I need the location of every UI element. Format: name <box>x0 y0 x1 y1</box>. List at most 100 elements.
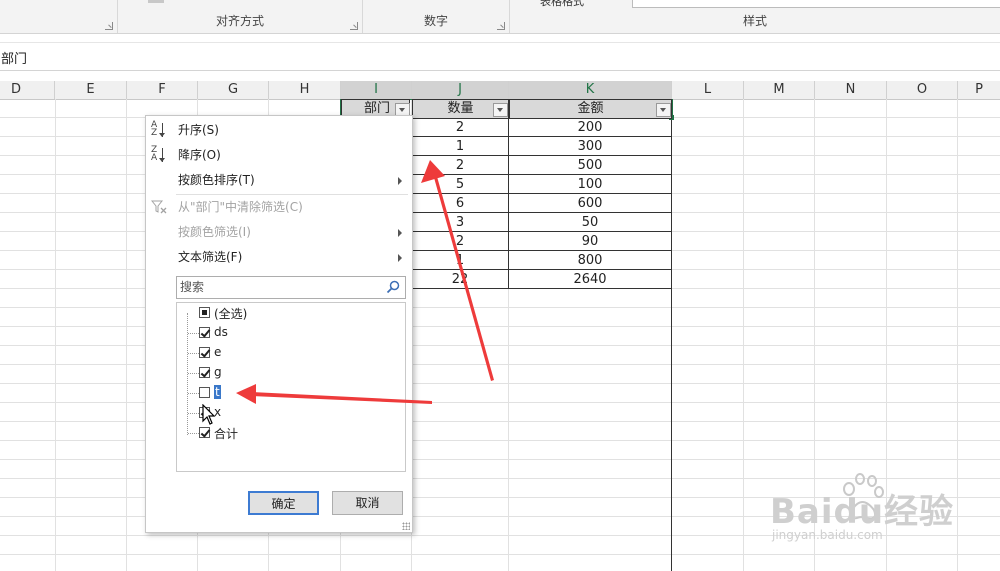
amount-cell[interactable]: 200 <box>509 119 671 137</box>
tree-branch <box>188 373 199 374</box>
resize-grip-icon[interactable] <box>402 522 410 530</box>
menu-sort-by-color[interactable]: 按颜色排序(T) <box>146 168 412 192</box>
menu-label: 按颜色排序(T) <box>178 173 255 187</box>
tree-branch <box>188 353 199 354</box>
filter-item[interactable]: g <box>177 363 405 383</box>
column-header[interactable]: P <box>958 81 1000 99</box>
menu-clear-filter[interactable]: 从"部门"中清除筛选(C) <box>146 195 412 219</box>
checkbox[interactable] <box>199 347 210 358</box>
qty-cell[interactable]: 6 <box>412 195 508 213</box>
checkbox[interactable] <box>199 367 210 378</box>
amount-cell[interactable]: 100 <box>509 176 671 194</box>
menu-sort-descending[interactable]: ZA 降序(O) <box>146 143 412 167</box>
column-header[interactable]: I <box>341 81 412 99</box>
filter-item[interactable]: 合计 <box>177 423 405 443</box>
column-header[interactable]: K <box>509 81 672 99</box>
menu-label: 文本筛选(F) <box>178 250 243 264</box>
qty-cell[interactable]: 22 <box>412 271 508 289</box>
ok-button[interactable]: 确定 <box>248 491 319 515</box>
filter-value-list[interactable]: (全选) ds e g t x 合计 <box>176 302 406 472</box>
header-label: 部门 <box>364 101 391 116</box>
clear-filter-icon <box>151 200 167 214</box>
filter-item-label: e <box>214 345 222 359</box>
filter-search-input[interactable] <box>177 277 380 296</box>
menu-label: 按颜色筛选(I) <box>178 225 251 239</box>
filter-item[interactable]: e <box>177 343 405 363</box>
column-header[interactable]: L <box>672 81 744 99</box>
tree-branch <box>188 413 199 414</box>
qty-cell[interactable]: 3 <box>412 214 508 232</box>
style-gallery[interactable] <box>632 0 1000 8</box>
font-launcher-icon[interactable] <box>105 22 113 30</box>
filter-search-box[interactable] <box>176 276 406 299</box>
filter-item-label: g <box>214 365 222 379</box>
amount-cell[interactable]: 500 <box>509 157 671 175</box>
column-header[interactable]: O <box>887 81 958 99</box>
menu-label: 升序(S) <box>178 123 219 137</box>
filter-item-label: ds <box>214 325 228 339</box>
checkbox[interactable] <box>199 427 210 438</box>
alignment-launcher-icon[interactable] <box>350 22 358 30</box>
amount-cell[interactable]: 800 <box>509 252 671 270</box>
alignment-group-label: 对齐方式 <box>215 14 264 28</box>
column-header[interactable]: M <box>744 81 815 99</box>
column-header[interactable]: N <box>815 81 887 99</box>
amount-cell[interactable]: 2640 <box>509 271 671 289</box>
column-header[interactable]: H <box>269 81 341 99</box>
column-header[interactable]: J <box>412 81 509 99</box>
checkbox[interactable] <box>199 387 210 398</box>
filter-item-label: (全选) <box>214 307 248 321</box>
ribbon-group-font <box>0 0 118 33</box>
column-header[interactable]: D <box>0 81 55 99</box>
formula-content[interactable]: 部门 <box>1 48 27 67</box>
filter-dropdown-menu: AZ 升序(S) ZA 降序(O) 按颜色排序(T) 从"部门"中清除筛选(C)… <box>145 115 413 533</box>
search-icon[interactable] <box>386 280 400 294</box>
qty-cell[interactable]: 5 <box>412 176 508 194</box>
baidu-watermark: Baidu经验 jingyan.baidu.com <box>770 470 990 550</box>
filter-item[interactable]: t <box>177 383 405 403</box>
column-header[interactable]: G <box>198 81 269 99</box>
qty-cell[interactable]: 1 <box>412 138 508 156</box>
amount-cell[interactable]: 600 <box>509 195 671 213</box>
menu-label: 降序(O) <box>178 148 221 162</box>
sort-descending-icon: ZA <box>151 146 169 164</box>
watermark-url: jingyan.baidu.com <box>772 528 883 542</box>
qty-cell[interactable]: 2 <box>412 119 508 137</box>
amount-cell[interactable]: 300 <box>509 138 671 156</box>
sort-ascending-icon: AZ <box>151 121 169 139</box>
menu-text-filter[interactable]: 文本筛选(F) <box>146 245 412 269</box>
header-label: 数量 <box>447 101 474 116</box>
table-style-label[interactable]: 表格格式 <box>540 0 584 9</box>
filter-item-select-all[interactable]: (全选) <box>177 303 405 323</box>
tree-branch <box>188 393 199 394</box>
menu-filter-by-color[interactable]: 按颜色筛选(I) <box>146 220 412 244</box>
checkbox[interactable] <box>199 307 210 318</box>
header-label: 金额 <box>577 101 604 116</box>
alignment-control-icon[interactable] <box>148 0 164 3</box>
formula-bar[interactable]: 部门 <box>0 42 1000 71</box>
amount-cell[interactable]: 50 <box>509 214 671 232</box>
amount-cell[interactable]: 90 <box>509 233 671 251</box>
column-header[interactable]: E <box>55 81 127 99</box>
filter-item-label: 合计 <box>214 427 239 441</box>
table-header-amount[interactable]: 金额 <box>509 99 672 119</box>
table-header-qty[interactable]: 数量 <box>412 99 509 119</box>
mouse-cursor-icon <box>202 404 216 425</box>
qty-cell[interactable]: 1 <box>412 252 508 270</box>
submenu-arrow-icon <box>398 254 402 262</box>
filter-dropdown-icon[interactable] <box>493 103 508 117</box>
checkbox[interactable] <box>199 327 210 338</box>
filter-item[interactable]: ds <box>177 323 405 343</box>
column-header-row: D E F G H I J K L M N O P <box>0 81 1000 100</box>
qty-cell[interactable]: 2 <box>412 233 508 251</box>
filter-item-label: t <box>214 385 221 399</box>
menu-sort-ascending[interactable]: AZ 升序(S) <box>146 118 412 142</box>
submenu-arrow-icon <box>398 229 402 237</box>
watermark-brand: Baidu经验 <box>770 492 955 532</box>
qty-cell[interactable]: 2 <box>412 157 508 175</box>
number-launcher-icon[interactable] <box>497 22 505 30</box>
filter-dropdown-icon[interactable] <box>656 103 671 117</box>
cancel-button[interactable]: 取消 <box>332 491 403 515</box>
column-header[interactable]: F <box>127 81 198 99</box>
tree-branch <box>188 333 199 334</box>
